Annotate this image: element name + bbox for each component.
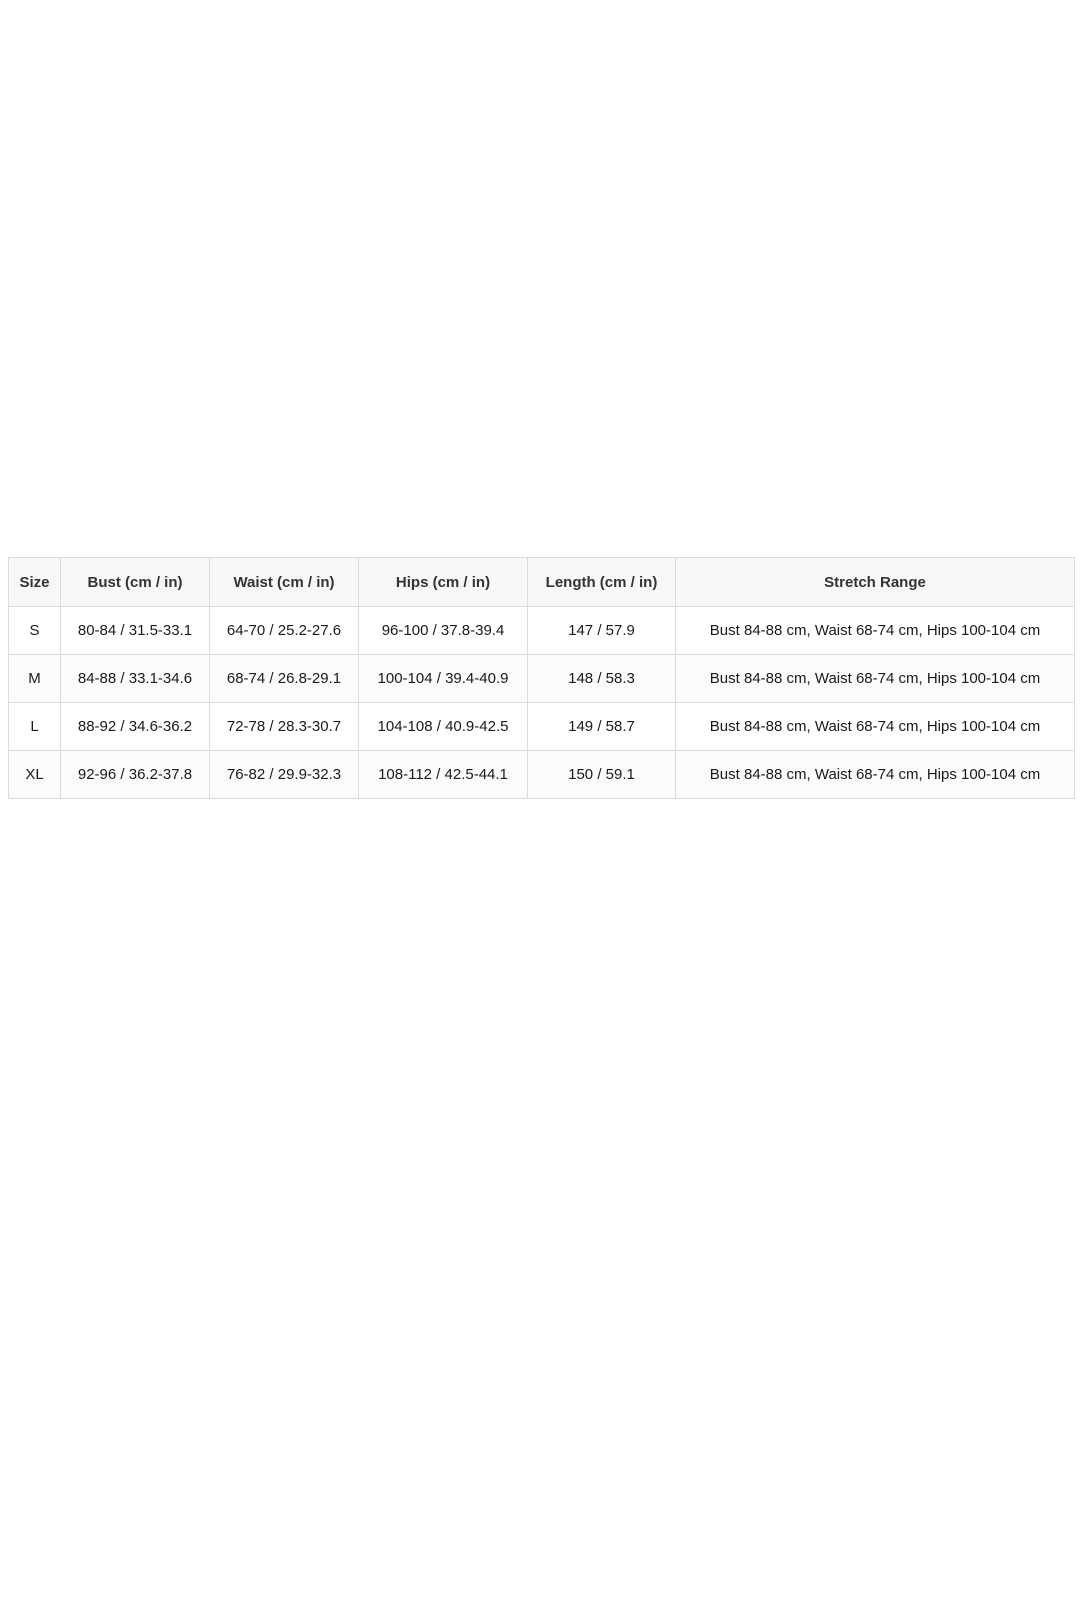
cell-waist: 68-74 / 26.8-29.1	[209, 654, 359, 703]
cell-hips: 108-112 / 42.5-44.1	[358, 750, 528, 799]
cell-size: M	[8, 654, 61, 703]
table-row: M 84-88 / 33.1-34.6 68-74 / 26.8-29.1 10…	[8, 654, 1075, 703]
cell-size: XL	[8, 750, 61, 799]
cell-length: 150 / 59.1	[527, 750, 676, 799]
cell-size: S	[8, 606, 61, 655]
cell-stretch-range: Bust 84-88 cm, Waist 68-74 cm, Hips 100-…	[675, 654, 1075, 703]
cell-length: 147 / 57.9	[527, 606, 676, 655]
cell-stretch-range: Bust 84-88 cm, Waist 68-74 cm, Hips 100-…	[675, 702, 1075, 751]
cell-size: L	[8, 702, 61, 751]
header-hips: Hips (cm / in)	[358, 557, 528, 607]
table-row: L 88-92 / 34.6-36.2 72-78 / 28.3-30.7 10…	[8, 702, 1075, 751]
header-bust: Bust (cm / in)	[60, 557, 210, 607]
size-chart-table: Size Bust (cm / in) Waist (cm / in) Hips…	[8, 557, 1075, 799]
cell-stretch-range: Bust 84-88 cm, Waist 68-74 cm, Hips 100-…	[675, 606, 1075, 655]
cell-bust: 92-96 / 36.2-37.8	[60, 750, 210, 799]
cell-hips: 100-104 / 39.4-40.9	[358, 654, 528, 703]
cell-bust: 80-84 / 31.5-33.1	[60, 606, 210, 655]
header-length: Length (cm / in)	[527, 557, 676, 607]
cell-waist: 64-70 / 25.2-27.6	[209, 606, 359, 655]
header-stretch-range: Stretch Range	[675, 557, 1075, 607]
cell-waist: 72-78 / 28.3-30.7	[209, 702, 359, 751]
cell-hips: 104-108 / 40.9-42.5	[358, 702, 528, 751]
cell-stretch-range: Bust 84-88 cm, Waist 68-74 cm, Hips 100-…	[675, 750, 1075, 799]
header-size: Size	[8, 557, 61, 607]
cell-length: 149 / 58.7	[527, 702, 676, 751]
size-chart-header: Size Bust (cm / in) Waist (cm / in) Hips…	[8, 557, 1075, 607]
header-waist: Waist (cm / in)	[209, 557, 359, 607]
cell-hips: 96-100 / 37.8-39.4	[358, 606, 528, 655]
table-row: S 80-84 / 31.5-33.1 64-70 / 25.2-27.6 96…	[8, 606, 1075, 655]
table-row: XL 92-96 / 36.2-37.8 76-82 / 29.9-32.3 1…	[8, 750, 1075, 799]
cell-waist: 76-82 / 29.9-32.3	[209, 750, 359, 799]
size-chart-body: S 80-84 / 31.5-33.1 64-70 / 25.2-27.6 96…	[8, 606, 1075, 799]
header-row: Size Bust (cm / in) Waist (cm / in) Hips…	[8, 557, 1075, 607]
cell-bust: 84-88 / 33.1-34.6	[60, 654, 210, 703]
cell-bust: 88-92 / 34.6-36.2	[60, 702, 210, 751]
cell-length: 148 / 58.3	[527, 654, 676, 703]
